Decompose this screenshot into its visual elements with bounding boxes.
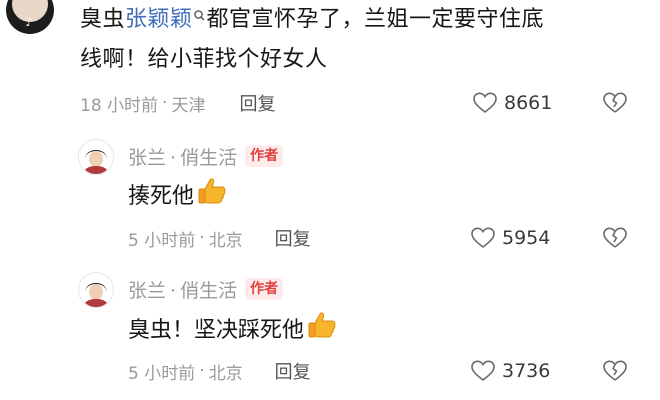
reply-button[interactable]: 回复 [275,225,311,251]
mention-link[interactable]: 张颖颖 [125,0,193,40]
heart-outline-icon [472,91,498,115]
avatar[interactable] [78,272,114,308]
thumbs-up-emoji [306,308,340,348]
reply-text: 揍死他 [128,177,230,211]
reply-text: 臭虫！坚决踩死他 [128,311,340,345]
avatar[interactable] [78,139,114,175]
top-comment-meta: 18 小时前 · 天津 回复 [80,89,275,117]
reply-text-content: 臭虫！坚决踩死他 [128,318,305,343]
author-badge: 作者 [245,278,284,300]
separator: · [199,361,205,381]
reply-location: 北京 [208,230,243,251]
thumbs-up-emoji [196,174,230,214]
comment-text-part2: 都官宣怀孕了，兰姐一定要守住底 [206,7,545,32]
like-button[interactable]: 5954 [470,224,550,252]
comment-time: 18 小时前 [80,95,159,116]
separator: · [199,228,205,248]
author-name[interactable]: 张兰 · 俏生活 [128,276,237,303]
like-count: 8661 [504,92,553,114]
reply-location: 北京 [208,363,243,384]
reply-button[interactable]: 回复 [275,358,311,384]
like-button[interactable]: 3736 [470,357,550,385]
dislike-button[interactable] [602,91,628,115]
broken-heart-icon [602,359,628,383]
reply-author-line: 张兰 · 俏生活 作者 [128,275,284,303]
reply-author-line: 张兰 · 俏生活 作者 [128,142,284,170]
reply-meta: 5 小时前 · 北京 回复 [128,357,311,385]
author-badge: 作者 [245,145,284,167]
reply-text-content: 揍死他 [128,184,195,209]
separator: · [162,93,168,113]
like-button[interactable]: 8661 [472,89,552,117]
dislike-button[interactable] [602,359,628,383]
heart-outline-icon [470,359,496,383]
reply-time: 5 小时前 [128,230,196,251]
reply-time: 5 小时前 [128,363,196,384]
reply-meta: 5 小时前 · 北京 回复 [128,224,311,252]
reply-button[interactable]: 回复 [239,90,275,116]
top-comment-text: 臭虫 张颖颖 都官宣怀孕了，兰姐一定要守住底 线啊！给小菲找个好女人 [80,0,640,80]
comment-text-line2: 线啊！给小菲找个好女人 [80,47,328,72]
broken-heart-icon [602,91,628,115]
comment-text-part1: 臭虫 [80,7,126,32]
search-icon[interactable] [193,9,207,31]
heart-outline-icon [470,226,496,250]
like-count: 3736 [502,360,551,382]
author-name[interactable]: 张兰 · 俏生活 [128,143,237,170]
like-count: 5954 [502,227,551,249]
broken-heart-icon [602,226,628,250]
tiktok-icon: ♪ [25,16,33,29]
dislike-button[interactable] [602,226,628,250]
comment-location: 天津 [171,95,206,116]
